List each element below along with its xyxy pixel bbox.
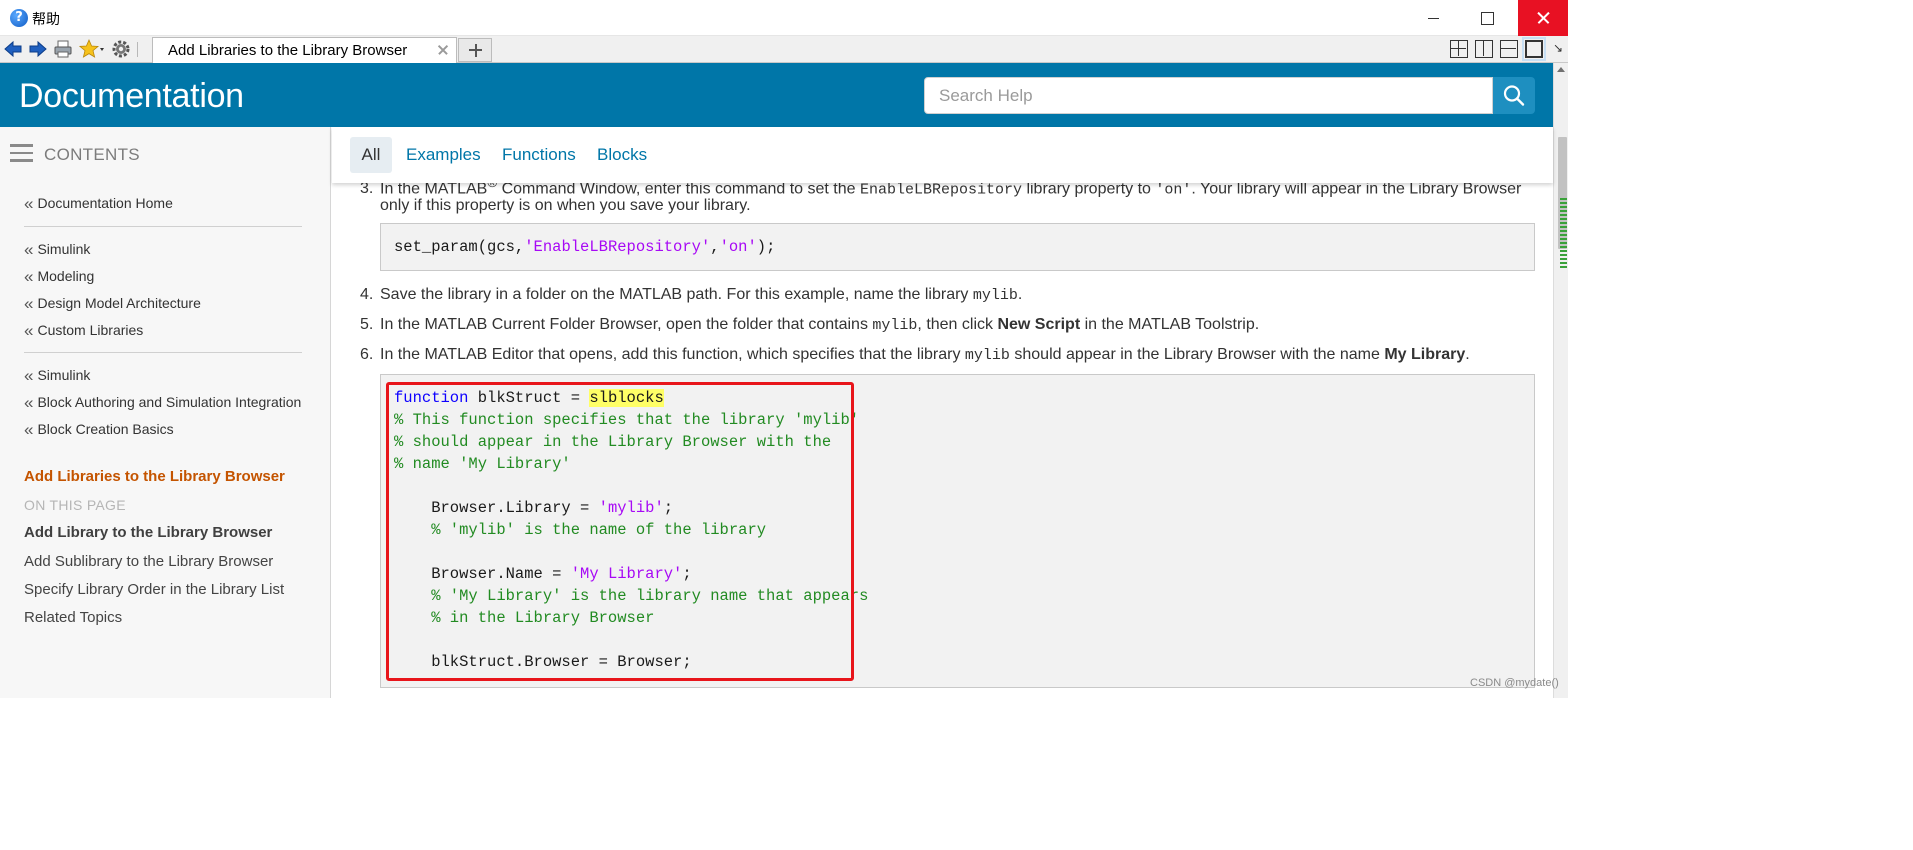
watermark: CSDN @mydate() xyxy=(1470,677,1559,689)
search-box xyxy=(924,77,1493,114)
documentation-header: Documentation xyxy=(0,63,1553,127)
filter-tab-functions[interactable]: Functions xyxy=(502,137,576,173)
breadcrumb-block-creation-basics[interactable]: «Block Creation Basics xyxy=(24,420,174,440)
breadcrumb-design-model-architecture[interactable]: «Design Model Architecture xyxy=(24,294,201,314)
step-5: 5. In the MATLAB Current Folder Browser, … xyxy=(360,316,1260,334)
current-page-link[interactable]: Add Libraries to the Library Browser xyxy=(24,468,285,485)
settings-gear-icon[interactable] xyxy=(111,39,131,59)
close-window-button[interactable] xyxy=(1518,0,1568,36)
help-browser-toolbar: Add Libraries to the Library Browser ↘ xyxy=(0,36,1568,63)
favorites-star-icon[interactable] xyxy=(79,39,105,59)
horizontal-split-icon[interactable] xyxy=(1500,40,1518,58)
section-link-library-order[interactable]: Specify Library Order in the Library Lis… xyxy=(24,581,284,598)
scrollbar-grip xyxy=(1560,198,1567,268)
hamburger-menu-icon[interactable] xyxy=(10,144,33,162)
breadcrumb-simulink[interactable]: «Simulink xyxy=(24,366,90,386)
back-arrow-icon[interactable] xyxy=(3,39,23,59)
search-icon xyxy=(1503,85,1525,106)
print-icon[interactable] xyxy=(53,39,73,59)
toolbar-overflow-icon[interactable]: ↘ xyxy=(1553,41,1563,55)
forward-arrow-icon[interactable] xyxy=(28,39,48,59)
window-title: 帮助 xyxy=(32,12,60,28)
sidebar-divider xyxy=(24,226,302,227)
section-link-add-library[interactable]: Add Library to the Library Browser xyxy=(24,524,272,541)
tab-add-libraries[interactable]: Add Libraries to the Library Browser xyxy=(152,37,457,63)
step-6: 6. In the MATLAB Editor that opens, add t… xyxy=(360,346,1470,364)
command-line: set_param(gcs,'EnableLBRepository','on')… xyxy=(394,238,776,256)
red-highlight-annotation xyxy=(386,382,854,681)
breadcrumb-documentation-home[interactable]: «Documentation Home xyxy=(24,194,173,214)
doc-content: 3.In the MATLAB® Command Window, enter t… xyxy=(332,183,1553,698)
breadcrumb-block-authoring[interactable]: «Block Authoring and Simulation Integrat… xyxy=(24,393,301,413)
grid-layout-icon[interactable] xyxy=(1450,40,1468,58)
filter-tab-all[interactable]: All xyxy=(350,137,392,173)
section-link-add-sublibrary[interactable]: Add Sublibrary to the Library Browser xyxy=(24,553,273,570)
toolbar-separator xyxy=(137,42,138,57)
filter-tab-examples[interactable]: Examples xyxy=(406,137,481,173)
filter-tab-blocks[interactable]: Blocks xyxy=(597,137,647,173)
filter-tab-bar: All Examples Functions Blocks xyxy=(332,127,1553,183)
vertical-scrollbar[interactable] xyxy=(1553,63,1568,698)
contents-label[interactable]: CONTENTS xyxy=(44,145,140,165)
step-3-continued: only if this property is on when you sav… xyxy=(380,197,751,214)
maximize-button[interactable] xyxy=(1463,0,1513,36)
breadcrumb-simulink[interactable]: «Simulink xyxy=(24,240,90,260)
new-tab-button[interactable] xyxy=(458,38,492,62)
sidebar-divider xyxy=(24,352,302,353)
search-input[interactable] xyxy=(925,78,1492,113)
contents-sidebar: CONTENTS «Documentation Home «Simulink «… xyxy=(0,127,331,698)
breadcrumb-modeling[interactable]: «Modeling xyxy=(24,267,94,287)
scroll-up-icon[interactable] xyxy=(1557,67,1565,72)
close-tab-icon[interactable] xyxy=(436,43,450,57)
section-link-related-topics[interactable]: Related Topics xyxy=(24,609,122,626)
step-4: 4. Save the library in a folder on the MA… xyxy=(360,286,1023,304)
help-question-icon: ? xyxy=(10,9,28,27)
vertical-split-icon[interactable] xyxy=(1475,40,1493,58)
command-code-block: set_param(gcs,'EnableLBRepository','on')… xyxy=(380,223,1535,271)
search-button[interactable] xyxy=(1493,77,1535,114)
breadcrumb-custom-libraries[interactable]: «Custom Libraries xyxy=(24,321,143,341)
tab-label: Add Libraries to the Library Browser xyxy=(168,42,408,59)
page-title: Documentation xyxy=(19,77,244,115)
on-this-page-label: ON THIS PAGE xyxy=(24,497,126,513)
minimize-button[interactable] xyxy=(1408,0,1458,36)
window-title-bar: ? 帮助 xyxy=(0,0,1568,36)
single-view-icon[interactable] xyxy=(1522,37,1546,61)
